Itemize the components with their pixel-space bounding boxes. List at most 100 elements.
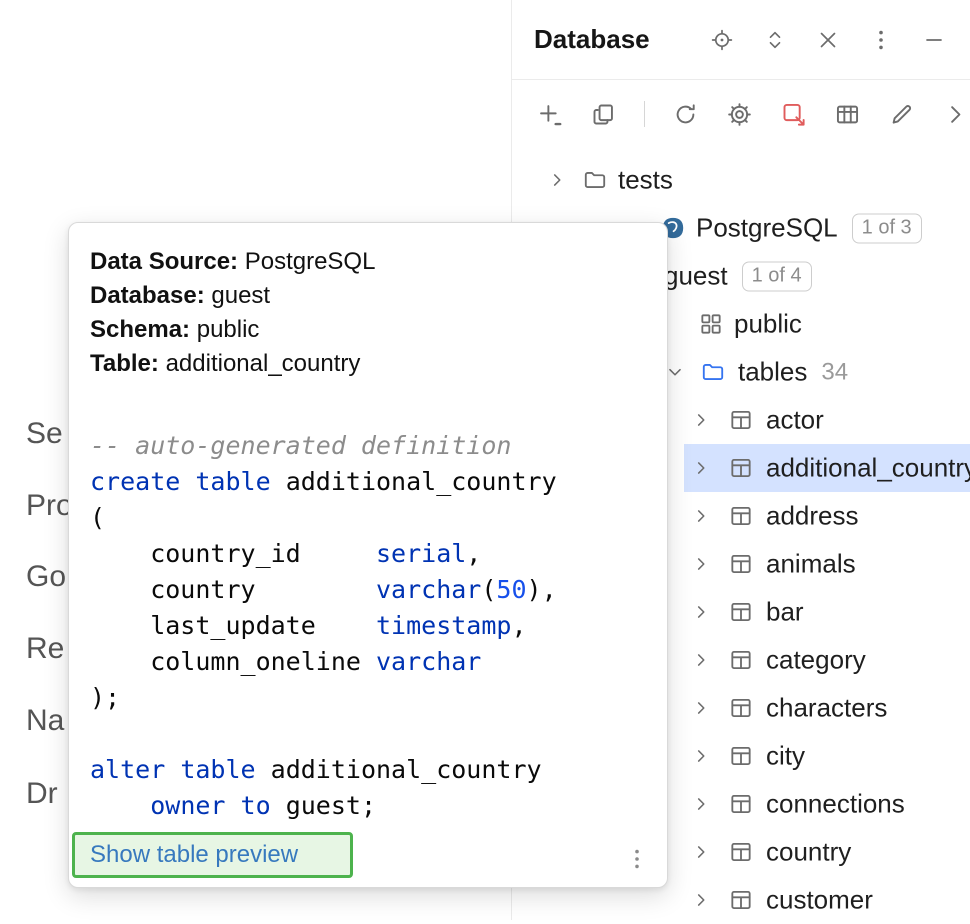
data-source-properties-icon[interactable] [726, 101, 753, 128]
panel-header-icons [710, 28, 946, 52]
tree-item-content: connections [766, 789, 905, 820]
tree-item-label: connections [766, 789, 905, 820]
edit-icon[interactable] [888, 101, 915, 128]
tree-item-content: country [766, 837, 851, 868]
background-menu-item[interactable]: Go [26, 560, 66, 594]
tree-item-content: actor [766, 405, 824, 436]
tree-item-label: customer [766, 885, 873, 916]
background-menu-item[interactable]: Pro [26, 489, 73, 523]
sql-code-line: owner to guest; [90, 788, 659, 824]
table-icon [728, 455, 754, 481]
folder-icon [582, 167, 608, 193]
tree-item-content: bar [766, 597, 804, 628]
chevron-right-icon[interactable] [690, 457, 712, 479]
background-menu-item[interactable]: Dr [26, 777, 58, 811]
tree-item-label: bar [766, 597, 804, 628]
tree-item-content: public [734, 309, 802, 340]
new-icon[interactable] [536, 101, 563, 128]
table-icon [728, 503, 754, 529]
sql-code-line: column_oneline varchar [90, 644, 659, 680]
chevron-right-icon[interactable] [690, 553, 712, 575]
tree-item-label: category [766, 645, 866, 676]
more-options-icon[interactable] [869, 28, 893, 52]
tree-item-content: animals [766, 549, 856, 580]
hide-panel-icon[interactable] [922, 28, 946, 52]
popup-info-line: Data Source: PostgreSQL [90, 245, 649, 279]
table-icon [728, 887, 754, 913]
chevron-right-icon[interactable] [690, 409, 712, 431]
background-menu-item[interactable]: Se [26, 417, 63, 451]
chevron-right-icon[interactable] [690, 697, 712, 719]
table-icon [728, 839, 754, 865]
tree-item-label: guest [664, 261, 728, 292]
panel-title: Database [534, 24, 650, 55]
schema-icon [698, 311, 724, 337]
tree-item-content: address [766, 501, 859, 532]
table-icon [728, 647, 754, 673]
count-badge: 1 of 3 [852, 213, 922, 243]
chevron-right-icon[interactable] [690, 649, 712, 671]
duplicate-icon[interactable] [590, 101, 617, 128]
sql-code-line: ); [90, 680, 659, 716]
item-count: 34 [821, 358, 848, 386]
refresh-icon[interactable] [672, 101, 699, 128]
background-menu-item[interactable]: Re [26, 632, 64, 666]
sql-code-line: country_id serial, [90, 536, 659, 572]
chevron-right-icon[interactable] [690, 889, 712, 911]
sql-code-line: alter table additional_country [90, 752, 659, 788]
tree-item-label: additional_country [766, 453, 970, 484]
tree-item-content: tests [618, 165, 673, 196]
expand-collapse-icon[interactable] [763, 28, 787, 52]
table-icon [728, 551, 754, 577]
table-view-icon[interactable] [834, 101, 861, 128]
table-ddl-popup: Data Source: PostgreSQLDatabase: guestSc… [68, 222, 668, 888]
more-tools-icon[interactable] [942, 101, 969, 128]
disconnect-icon[interactable] [780, 101, 807, 128]
locate-icon[interactable] [710, 28, 734, 52]
tree-item-content: characters [766, 693, 887, 724]
chevron-right-icon[interactable] [690, 841, 712, 863]
popup-info-line: Table: additional_country [90, 347, 649, 381]
tree-item-label: PostgreSQL [696, 213, 838, 244]
tree-item-label: city [766, 741, 805, 772]
collapse-all-icon[interactable] [816, 28, 840, 52]
chevron-right-icon[interactable] [690, 793, 712, 815]
popup-info-line: Schema: public [90, 313, 649, 347]
sql-code-line: last_update timestamp, [90, 608, 659, 644]
table-icon [728, 599, 754, 625]
chevron-right-icon[interactable] [690, 745, 712, 767]
table-icon [728, 695, 754, 721]
tree-item-content: city [766, 741, 805, 772]
chevron-right-icon[interactable] [546, 169, 568, 191]
tree-item-content: additional_country [766, 453, 970, 484]
tree-item-content: guest 1 of 4 [664, 261, 812, 292]
table-icon [728, 791, 754, 817]
show-table-preview-highlight: Show table preview [72, 832, 353, 878]
folder-icon [700, 359, 726, 385]
background-menu-item[interactable]: Na [26, 704, 64, 738]
tree-item-label: animals [766, 549, 856, 580]
tree-item-label: tests [618, 165, 673, 196]
show-table-preview-link[interactable]: Show table preview [90, 841, 298, 869]
tree-item-label: actor [766, 405, 824, 436]
table-icon [728, 407, 754, 433]
table-ddl-sql: -- auto-generated definitioncreate table… [90, 428, 659, 824]
panel-header: Database [512, 0, 970, 80]
toolbar-divider [644, 101, 645, 127]
table-icon [728, 743, 754, 769]
count-badge: 1 of 4 [742, 261, 812, 291]
tree-item-content: customer [766, 885, 873, 916]
sql-code-line: create table additional_country [90, 464, 659, 500]
sql-code-line: -- auto-generated definition [90, 428, 659, 464]
chevron-right-icon[interactable] [690, 601, 712, 623]
tree-item-tests[interactable]: tests [512, 156, 970, 204]
popup-info-line: Database: guest [90, 279, 649, 313]
tree-item-content: PostgreSQL 1 of 3 [696, 213, 922, 244]
screenshot-root: Se Pro Go Re Na Dr Database tests PostgreSQL 1 … [0, 0, 970, 920]
sql-code-line: ( [90, 500, 659, 536]
chevron-right-icon[interactable] [690, 505, 712, 527]
tree-item-content: category [766, 645, 866, 676]
sql-code-line [90, 716, 659, 752]
database-toolbar [512, 88, 970, 140]
popup-more-icon[interactable] [625, 847, 649, 871]
